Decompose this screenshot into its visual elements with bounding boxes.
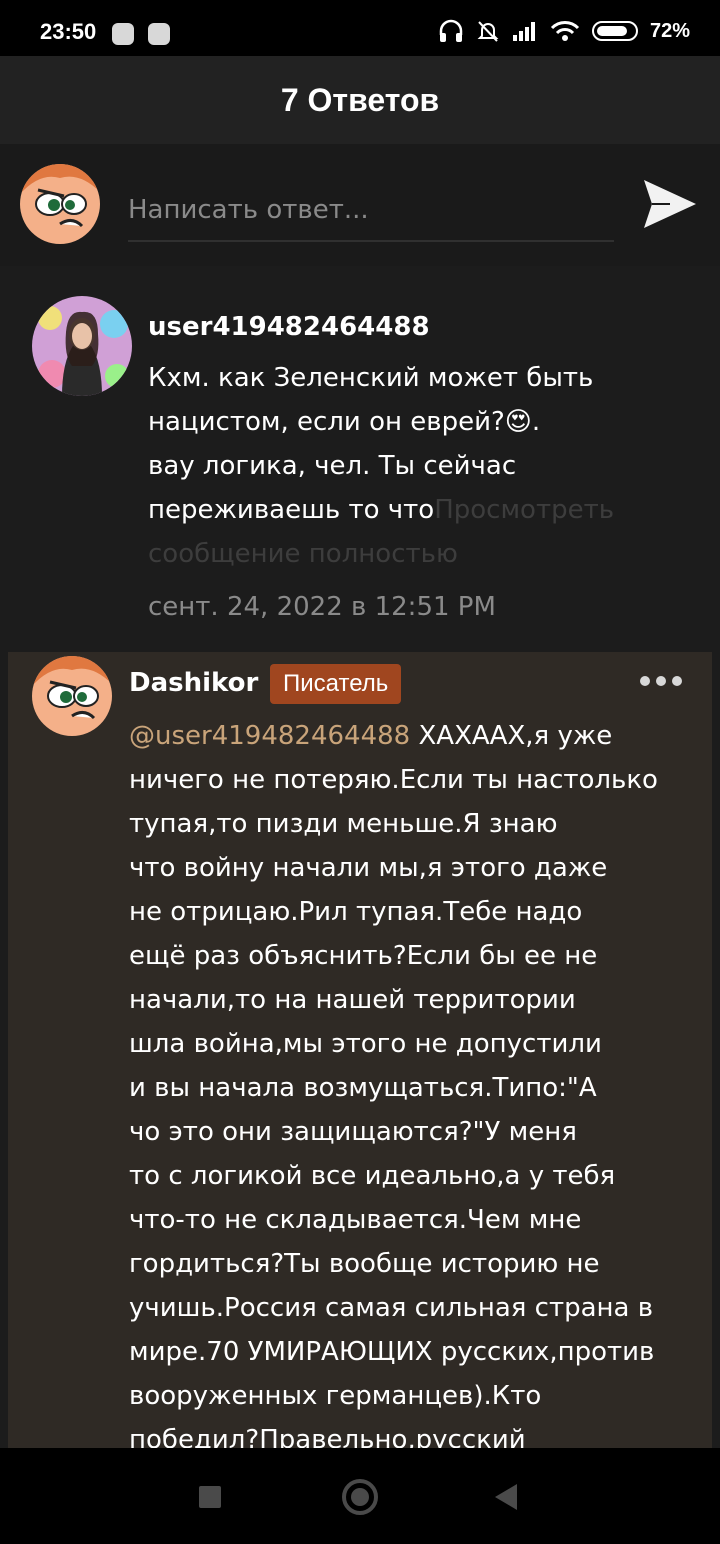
comment-line: вау логика, чел. Ты сейчас: [148, 451, 517, 481]
comment-line: то с логикой все идеально,а у тебя: [129, 1161, 616, 1191]
author-avatar[interactable]: [32, 656, 112, 736]
mention-link[interactable]: @user419482464488: [129, 721, 410, 751]
dot-icon: [672, 676, 682, 686]
comment-line: шла война,мы этого не допустили: [129, 1029, 602, 1059]
status-time: 23:50: [40, 19, 97, 44]
comment-text: ХАХААХ,я уже: [410, 721, 613, 751]
comment-line: тупая,то пизди меньше.Я знаю: [129, 809, 558, 839]
author-username[interactable]: Dashikor: [129, 668, 258, 698]
writer-badge: Писатель: [270, 664, 402, 704]
send-icon: [644, 180, 696, 228]
comment-line: нацистом, если он еврей?😍.: [148, 400, 614, 444]
back-button[interactable]: [495, 1484, 517, 1510]
my-avatar[interactable]: [20, 164, 100, 244]
comment-line: что войну начали мы,я этого даже: [129, 853, 608, 883]
bell-muted-icon: [477, 21, 499, 42]
user-avatar[interactable]: [32, 296, 132, 396]
dot-icon: [656, 676, 666, 686]
comment-line: гордиться?Ты вообще историю не: [129, 1249, 600, 1279]
comment-line: учишь.Россия самая сильная страна в: [129, 1293, 654, 1323]
comment-line: переживаешь то чтоПросмотреть: [148, 488, 614, 532]
more-options-button[interactable]: [640, 676, 682, 686]
comment-text: нацистом, если он еврей?: [148, 407, 505, 437]
view-full-link[interactable]: Просмотреть: [434, 495, 614, 525]
comment-line: и вы начала возмущаться.Типо:"А: [129, 1073, 597, 1103]
status-bar: 23:50 72%: [0, 0, 720, 56]
page-title: 7 Ответов: [280, 81, 440, 118]
comment-line: Кхм. как Зеленский может быть: [148, 363, 594, 393]
replies-header: 7 Ответов: [0, 56, 720, 144]
reply-input[interactable]: [128, 180, 614, 242]
comment-body: @user419482464488 ХАХААХ,я уже ничего не…: [129, 714, 658, 1462]
dot-icon: [640, 676, 650, 686]
app-notification-icon: [148, 23, 170, 45]
recents-button[interactable]: [199, 1486, 221, 1508]
emoji-heart-eyes: 😍: [504, 407, 532, 437]
comment-line: что-то не складывается.Чем мне: [129, 1205, 582, 1235]
comment-line: @user419482464488 ХАХААХ,я уже: [129, 714, 658, 758]
comment-line: чо это они защищаются?"У меня: [129, 1117, 577, 1147]
comment-timestamp: сент. 24, 2022 в 12:51 PM: [148, 592, 496, 622]
send-button[interactable]: [640, 176, 700, 232]
comment-body: Кхм. как Зеленский может быть нацистом, …: [148, 356, 614, 576]
battery-percent: 72%: [649, 19, 690, 42]
comment-username[interactable]: user419482464488: [148, 312, 430, 342]
comment-line: не отрицаю.Рил тупая.Тебе надо: [129, 897, 583, 927]
comment-line: начали,то на нашей территории: [129, 985, 576, 1015]
comment-text: переживаешь то что: [148, 495, 435, 525]
music-app-icon: [112, 23, 134, 45]
wifi-icon: [550, 21, 580, 41]
cell-signal-icon: [512, 22, 535, 41]
comment-line: вооруженных германцев).Кто: [129, 1381, 542, 1411]
comment-text: .: [531, 407, 541, 437]
home-button[interactable]: [342, 1479, 378, 1515]
comment-line: ещё раз объяснить?Если бы ее не: [129, 941, 598, 971]
battery-icon: [591, 21, 638, 41]
comment-line: мире.70 УМИРАЮЩИХ русских,против: [129, 1337, 655, 1367]
headphones-icon: [439, 19, 463, 42]
view-full-link-continued[interactable]: сообщение полностью: [148, 532, 614, 576]
comment-line: ничего не потеряю.Если ты настолько: [129, 765, 658, 795]
